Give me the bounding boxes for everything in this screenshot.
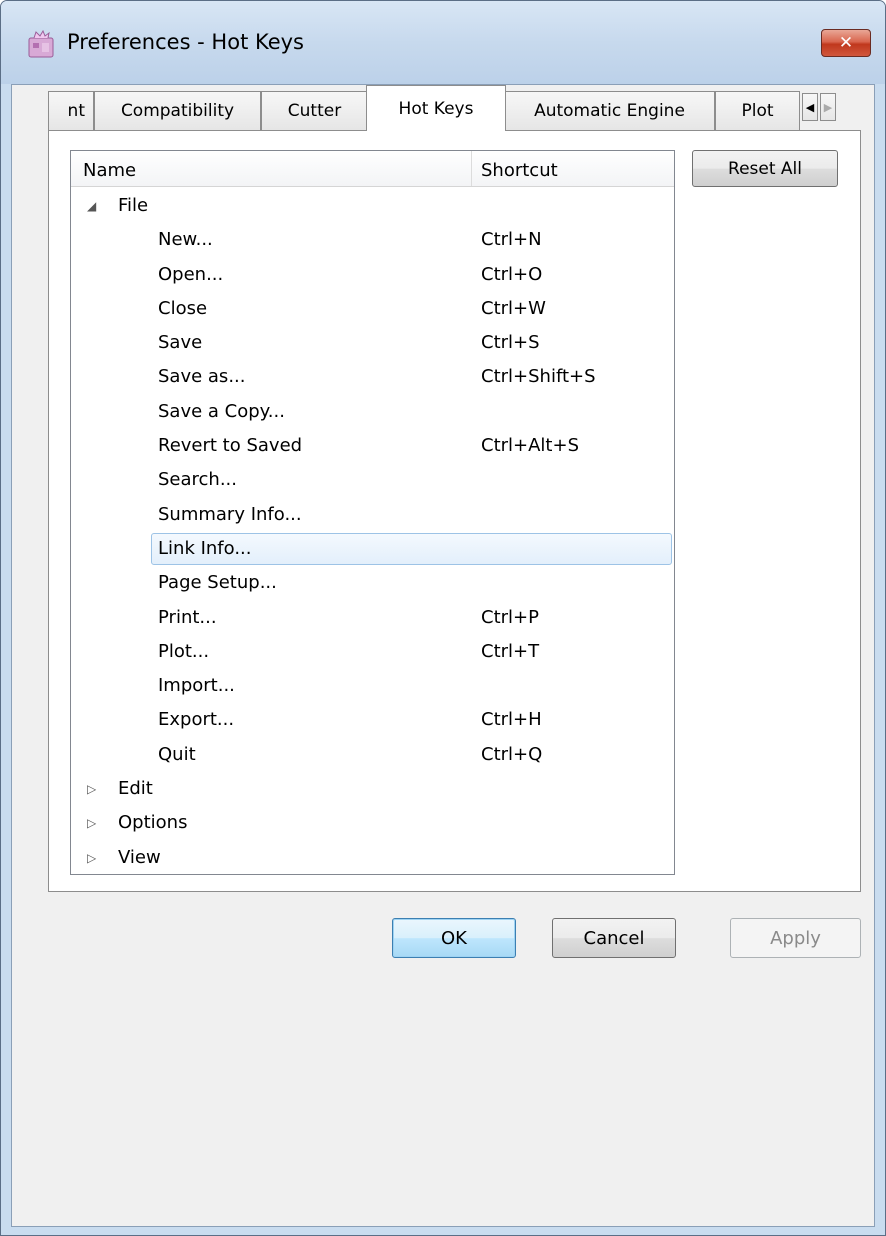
command-label: Import... [158,675,235,697]
tree-command-row[interactable]: Plot... Ctrl+T [71,635,674,669]
tree-command-row[interactable]: Close Ctrl+W [71,292,674,326]
command-label: Page Setup... [158,572,277,594]
tree-command-row[interactable]: Search... [71,463,674,497]
tree-category-row[interactable]: ▷ Edit [71,772,674,806]
command-label: Search... [158,469,238,491]
tree-command-row[interactable]: New... Ctrl+N [71,223,674,257]
command-label: Revert to Saved [158,435,303,457]
shortcut-label: Ctrl+S [481,332,540,354]
tab-compatibility[interactable]: Compatibility [94,91,261,130]
tab-automatic-engine[interactable]: Automatic Engine [504,91,715,130]
collapse-arrow-icon[interactable]: ◢ [87,189,96,223]
tab-plot[interactable]: Plot [715,91,800,130]
reset-all-button[interactable]: Reset All [692,150,838,187]
command-label: Save [158,332,203,354]
app-icon [28,29,54,58]
tab-strip: nt Compatibility Cutter Hot Keys Automat… [12,85,876,131]
command-label: Summary Info... [158,503,302,525]
tree-command-row[interactable]: Import... [71,669,674,703]
tree-command-row[interactable]: Quit Ctrl+Q [71,738,674,772]
tree-command-row[interactable]: Page Setup... [71,566,674,600]
window-title: Preferences - Hot Keys [67,30,304,54]
hotkeys-tree[interactable]: Name Shortcut ◢ File New... Ctrl+N Open... Ct… [70,150,675,875]
shortcut-label: Ctrl+W [481,297,546,319]
command-label: Plot... [158,640,210,662]
preferences-window: Preferences - Hot Keys ✕ nt Compatibilit… [0,0,886,1236]
command-label: Open... [158,263,224,285]
tree-category-row[interactable]: ▷ View [71,841,674,874]
category-label: Options [118,812,188,834]
shortcut-label: Ctrl+Alt+S [481,435,579,457]
tree-command-row[interactable]: Revert to Saved Ctrl+Alt+S [71,429,674,463]
tab-scroll-right-icon[interactable]: ▶ [820,93,836,121]
expand-arrow-icon[interactable]: ▷ [87,772,96,806]
tree-command-row[interactable]: Save a Copy... [71,395,674,429]
category-label: Edit [118,778,153,800]
expand-arrow-icon[interactable]: ▷ [87,806,96,840]
shortcut-label: Ctrl+H [481,709,542,731]
close-icon: ✕ [838,33,854,53]
tree-header: Name Shortcut [71,151,674,187]
command-label: Save as... [158,366,246,388]
tree-command-row[interactable]: Print... Ctrl+P [71,601,674,635]
command-label: New... [158,229,213,251]
tab-partial[interactable]: nt [48,91,94,130]
command-label: Save a Copy... [158,400,285,422]
tree-rows: ◢ File New... Ctrl+N Open... Ctrl+O Close Ctrl+… [71,189,674,874]
expand-arrow-icon[interactable]: ▷ [87,841,96,874]
ok-button[interactable]: OK [392,918,516,958]
command-label: Quit [158,743,196,765]
tree-command-row[interactable]: Export... Ctrl+H [71,703,674,737]
tab-hot-keys[interactable]: Hot Keys [366,85,506,131]
category-label: File [118,195,149,216]
tree-command-row[interactable]: Open... Ctrl+O [71,258,674,292]
apply-button[interactable]: Apply [730,918,861,958]
tree-command-row[interactable]: Save as... Ctrl+Shift+S [71,360,674,394]
column-header-shortcut[interactable]: Shortcut [481,160,558,181]
shortcut-label: Ctrl+Q [481,743,543,765]
command-label: Export... [158,709,235,731]
shortcut-label: Ctrl+P [481,606,539,628]
tree-category-row[interactable]: ◢ File [71,189,674,223]
shortcut-label: Ctrl+N [481,229,542,251]
command-label: Print... [158,606,217,628]
command-label: Link Info... [158,537,252,559]
shortcut-label: Ctrl+T [481,640,540,662]
hot-keys-panel: Name Shortcut ◢ File New... Ctrl+N Open... Ct… [48,130,861,892]
shortcut-label: Ctrl+Shift+S [481,366,596,388]
command-label: Close [158,297,208,319]
tree-category-row[interactable]: ▷ Options [71,806,674,840]
column-divider[interactable] [471,151,472,186]
tree-command-row[interactable]: Summary Info... [71,498,674,532]
close-button[interactable]: ✕ [821,29,871,57]
shortcut-label: Ctrl+O [481,263,543,285]
category-label: View [118,846,161,868]
tree-command-row[interactable]: Link Info... [71,532,674,566]
dialog-client-area: nt Compatibility Cutter Hot Keys Automat… [11,84,875,1227]
tree-command-row[interactable]: Save Ctrl+S [71,326,674,360]
column-header-name[interactable]: Name [83,160,136,181]
title-bar[interactable]: Preferences - Hot Keys ✕ [1,1,885,84]
cancel-button[interactable]: Cancel [552,918,676,958]
tab-scroll-left-icon[interactable]: ◀ [802,93,818,121]
tab-cutter[interactable]: Cutter [261,91,368,130]
